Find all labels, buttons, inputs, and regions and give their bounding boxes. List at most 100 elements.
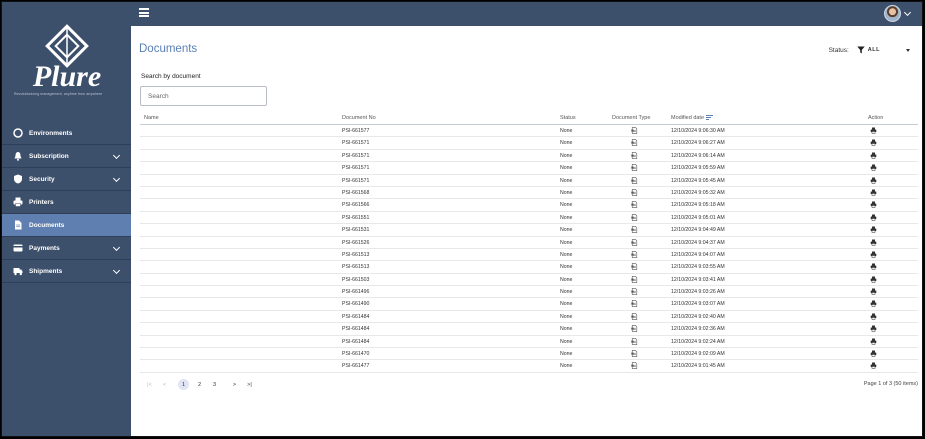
print-action-icon[interactable]	[870, 127, 877, 136]
table-row[interactable]: PSI-661571 None 12/10/2024 9:06:27 AM	[140, 137, 918, 150]
cell-modified-date: 12/10/2024 9:03:07 AM	[671, 301, 725, 308]
sidebar-item-subscription[interactable]: Subscription	[2, 145, 131, 168]
document-type-icon	[631, 151, 638, 161]
chevron-down-icon	[112, 266, 121, 275]
documents-table: Name Document No Status Document Type Mo…	[140, 112, 918, 373]
column-header-document-type[interactable]: Document Type	[612, 115, 650, 121]
prev-page-button[interactable]: <	[159, 379, 170, 390]
table-row[interactable]: PSI-661526 None 12/10/2024 9:04:37 AM	[140, 237, 918, 249]
cell-modified-date: 12/10/2024 9:05:45 AM	[671, 177, 725, 184]
cell-modified-date: 12/10/2024 9:06:27 AM	[671, 140, 725, 147]
cell-document-no: PSI-661470	[342, 351, 370, 358]
column-header-status[interactable]: Status	[560, 115, 576, 121]
document-type-icon	[631, 275, 638, 285]
print-action-icon[interactable]	[870, 263, 877, 272]
table-row[interactable]: PSI-661513 None 12/10/2024 9:04:07 AM	[140, 249, 918, 262]
chevron-down-icon	[112, 151, 121, 160]
sidebar-item-label: Payments	[29, 244, 60, 252]
table-row[interactable]: PSI-661571 None 12/10/2024 9:05:59 AM	[140, 162, 918, 175]
print-action-icon[interactable]	[870, 313, 877, 322]
sidebar-item-printers[interactable]: Printers	[2, 191, 131, 214]
shield-icon	[13, 174, 23, 184]
cell-document-no: PSI-661484	[342, 313, 370, 320]
sidebar-item-security[interactable]: Security	[2, 168, 131, 191]
sidebar-item-shipments[interactable]: Shipments	[2, 260, 131, 283]
table-row[interactable]: PSI-661568 None 12/10/2024 9:05:32 AM	[140, 187, 918, 200]
page-button-3[interactable]: 3	[209, 379, 220, 390]
search-input[interactable]	[140, 86, 267, 106]
document-type-icon	[631, 238, 638, 248]
print-action-icon[interactable]	[870, 214, 877, 223]
status-filter-value[interactable]: ALL	[868, 47, 880, 53]
chevron-down-icon	[112, 243, 121, 252]
table-row[interactable]: PSI-661477 None 12/10/2024 9:01:45 AM	[140, 360, 918, 373]
avatar[interactable]	[884, 5, 901, 22]
print-action-icon[interactable]	[870, 325, 877, 334]
page-button-2[interactable]: 2	[194, 379, 205, 390]
table-row[interactable]: PSI-661513 None 12/10/2024 9:03:55 AM	[140, 261, 918, 274]
page-button-1[interactable]: 1	[178, 379, 189, 390]
print-action-icon[interactable]	[870, 201, 877, 210]
table-row[interactable]: PSI-661496 None 12/10/2024 9:03:26 AM	[140, 286, 918, 299]
print-action-icon[interactable]	[870, 350, 877, 359]
last-page-button[interactable]: >|	[244, 379, 255, 390]
compass-icon	[13, 128, 23, 138]
print-action-icon[interactable]	[870, 226, 877, 235]
column-header-document-no[interactable]: Document No	[342, 115, 376, 121]
cell-modified-date: 12/10/2024 9:02:24 AM	[671, 338, 725, 345]
table-body: PSI-661577 None 12/10/2024 9:06:30 AM PSI-6…	[140, 125, 918, 373]
print-action-icon[interactable]	[870, 152, 877, 161]
print-action-icon[interactable]	[870, 300, 877, 309]
table-row[interactable]: PSI-661470 None 12/10/2024 9:02:09 AM	[140, 348, 918, 361]
sidebar-nav: Environments Subscription Security Print…	[2, 122, 131, 283]
document-type-icon	[631, 350, 638, 359]
print-action-icon[interactable]	[870, 288, 877, 297]
sidebar-item-label: Documents	[29, 221, 65, 229]
print-action-icon[interactable]	[870, 177, 877, 186]
table-row[interactable]: PSI-661571 None 12/10/2024 9:06:14 AM	[140, 150, 918, 163]
page-info: Page 1 of 3 (50 items)	[863, 381, 918, 387]
table-row[interactable]: PSI-661490 None 12/10/2024 9:03:07 AM	[140, 298, 918, 311]
next-page-button[interactable]: >	[229, 379, 240, 390]
print-action-icon[interactable]	[870, 189, 877, 198]
sidebar-item-documents[interactable]: Documents	[2, 214, 131, 237]
cell-modified-date: 12/10/2024 9:01:45 AM	[671, 363, 725, 370]
print-action-icon[interactable]	[870, 164, 877, 173]
chevron-down-icon[interactable]	[903, 8, 912, 16]
table-row[interactable]: PSI-661503 None 12/10/2024 9:03:41 AM	[140, 274, 918, 287]
status-label: Status:	[828, 46, 849, 54]
sort-descending-icon[interactable]	[706, 115, 714, 121]
print-action-icon[interactable]	[870, 139, 877, 148]
table-row[interactable]: PSI-661577 None 12/10/2024 9:06:30 AM	[140, 125, 918, 138]
cell-document-no: PSI-661571	[342, 152, 370, 159]
sidebar-item-label: Printers	[29, 198, 54, 206]
document-type-icon	[631, 213, 638, 223]
column-header-modified-date[interactable]: Modified date	[671, 115, 714, 121]
chevron-down-icon	[112, 174, 121, 183]
table-row[interactable]: PSI-661551 None 12/10/2024 9:05:01 AM	[140, 212, 918, 225]
document-type-icon	[631, 201, 638, 210]
print-action-icon[interactable]	[870, 276, 877, 285]
print-action-icon[interactable]	[870, 239, 877, 248]
hamburger-menu-icon[interactable]	[139, 8, 149, 17]
print-action-icon[interactable]	[870, 251, 877, 260]
print-action-icon[interactable]	[870, 338, 877, 347]
user-menu[interactable]	[884, 5, 912, 22]
status-dropdown-caret-icon[interactable]	[906, 48, 910, 52]
table-row[interactable]: PSI-661484 None 12/10/2024 9:02:24 AM	[140, 336, 918, 349]
sidebar-item-payments[interactable]: Payments	[2, 237, 131, 260]
table-row[interactable]: PSI-661566 None 12/10/2024 9:05:18 AM	[140, 199, 918, 212]
table-row[interactable]: PSI-661531 None 12/10/2024 9:04:49 AM	[140, 224, 918, 237]
table-row[interactable]: PSI-661484 None 12/10/2024 9:02:36 AM	[140, 323, 918, 336]
filter-icon[interactable]	[857, 46, 865, 54]
cell-status: None	[560, 239, 573, 246]
sidebar-item-environments[interactable]: Environments	[2, 122, 131, 145]
first-page-button[interactable]: |<	[144, 379, 155, 390]
cell-status: None	[560, 264, 573, 271]
column-header-name[interactable]: Name	[144, 115, 159, 121]
sidebar-item-label: Environments	[29, 129, 73, 137]
table-row[interactable]: PSI-661571 None 12/10/2024 9:05:45 AM	[140, 175, 918, 187]
print-action-icon[interactable]	[870, 362, 877, 371]
table-row[interactable]: PSI-661484 None 12/10/2024 9:02:40 AM	[140, 311, 918, 324]
document-type-icon	[631, 127, 638, 136]
